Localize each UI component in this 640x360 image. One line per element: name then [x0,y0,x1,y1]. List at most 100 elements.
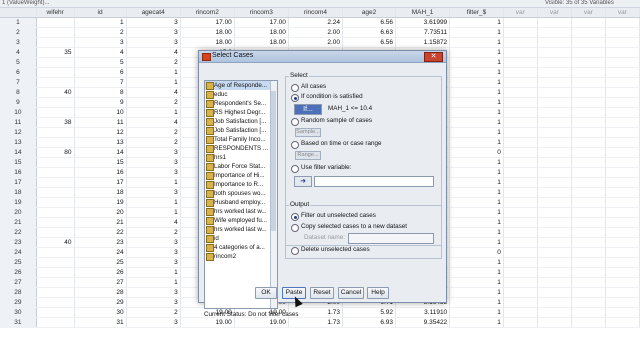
table-cell[interactable] [503,197,538,208]
table-cell[interactable]: 12 [74,127,127,138]
table-cell[interactable]: 4 [126,217,181,228]
row-number[interactable]: 7 [0,77,37,88]
row-number[interactable]: 14 [0,147,37,158]
table-cell[interactable] [605,187,640,198]
row-number[interactable]: 10 [0,107,37,118]
row-number[interactable]: 3 [0,37,37,48]
column-header[interactable]: id [74,8,127,18]
variable-list-item[interactable]: Husband employ... [205,198,277,207]
table-cell[interactable] [36,17,75,28]
table-cell[interactable]: 19.00 [180,317,235,328]
table-cell[interactable]: 17.00 [234,17,289,28]
table-cell[interactable]: 2 [126,127,181,138]
table-cell[interactable] [36,227,75,238]
table-cell[interactable] [503,277,538,288]
table-cell[interactable] [571,267,606,278]
table-cell[interactable]: 25 [74,257,127,268]
table-cell[interactable]: 1 [449,167,504,178]
table-cell[interactable]: 4 [74,47,127,58]
table-cell[interactable]: 2 [126,227,181,238]
table-cell[interactable] [571,157,606,168]
table-cell[interactable] [605,107,640,118]
table-cell[interactable] [571,77,606,88]
table-cell[interactable] [503,317,538,328]
move-arrow-button[interactable]: ➜ [294,176,312,187]
table-cell[interactable] [605,297,640,308]
table-cell[interactable]: 3 [126,167,181,178]
variable-list-item[interactable]: RESPONDENTS ... [205,144,277,153]
table-cell[interactable] [537,107,572,118]
table-cell[interactable] [503,297,538,308]
table-cell[interactable]: 1 [126,207,181,218]
variable-list-item[interactable]: Job Satisfaction [... [205,117,277,126]
row-number[interactable]: 6 [0,67,37,78]
table-cell[interactable]: 2 [126,97,181,108]
table-cell[interactable] [571,277,606,288]
variable-list-item[interactable]: Importance of Hi... [205,171,277,180]
table-cell[interactable] [36,257,75,268]
table-cell[interactable]: 14 [74,147,127,158]
row-number[interactable]: 26 [0,267,37,278]
table-cell[interactable]: 1 [449,177,504,188]
table-cell[interactable] [537,247,572,258]
variable-list-item[interactable]: 4 categories of a... [205,243,277,252]
table-cell[interactable] [605,57,640,68]
table-cell[interactable] [537,97,572,108]
table-cell[interactable] [36,157,75,168]
table-cell[interactable] [571,47,606,58]
select-cases-dialog[interactable]: Select Cases ✕ Age of Responde... educ Res… [198,50,447,318]
table-cell[interactable] [571,187,606,198]
table-cell[interactable]: 2 [74,27,127,38]
table-cell[interactable]: 1 [449,227,504,238]
radio-filter-out[interactable] [291,213,299,221]
radio-random-sample[interactable] [291,118,299,126]
table-cell[interactable] [503,67,538,78]
row-number[interactable]: 28 [0,287,37,298]
table-cell[interactable] [605,27,640,38]
table-cell[interactable] [36,107,75,118]
table-cell[interactable]: 35 [36,47,75,58]
variable-list-item[interactable]: Wife employed fu... [205,216,277,225]
table-cell[interactable] [36,127,75,138]
table-cell[interactable] [571,37,606,48]
table-cell[interactable]: 40 [36,87,75,98]
table-cell[interactable]: 1 [449,207,504,218]
table-cell[interactable]: 1 [449,57,504,68]
table-cell[interactable] [537,317,572,328]
table-cell[interactable]: 1 [449,197,504,208]
table-cell[interactable] [503,127,538,138]
table-cell[interactable] [503,227,538,238]
table-cell[interactable] [36,207,75,218]
table-cell[interactable] [537,277,572,288]
table-cell[interactable] [537,217,572,228]
table-cell[interactable] [36,27,75,38]
table-cell[interactable] [571,107,606,118]
table-cell[interactable] [571,27,606,38]
row-number[interactable]: 20 [0,207,37,218]
table-cell[interactable]: 3 [126,37,181,48]
table-cell[interactable] [537,147,572,158]
table-cell[interactable]: 1 [449,17,504,28]
variable-list-item[interactable]: rincom2 [205,252,277,261]
table-cell[interactable] [503,217,538,228]
table-cell[interactable]: 1 [449,87,504,98]
table-cell[interactable]: 4 [126,47,181,58]
table-cell[interactable] [605,17,640,28]
variable-list[interactable]: Age of Responde... educ Respondent's Se...… [204,80,278,309]
dataset-name-field[interactable] [348,233,434,244]
table-cell[interactable] [571,167,606,178]
row-number-header[interactable] [0,8,37,18]
table-cell[interactable]: 38 [36,117,75,128]
table-cell[interactable] [503,267,538,278]
table-cell[interactable]: 3 [74,37,127,48]
table-cell[interactable] [571,87,606,98]
table-cell[interactable] [537,237,572,248]
table-cell[interactable]: 1 [74,17,127,28]
row-number[interactable]: 15 [0,157,37,168]
table-cell[interactable] [605,217,640,228]
table-cell[interactable]: 1 [449,37,504,48]
variable-list-item[interactable]: hrs1 [205,153,277,162]
table-cell[interactable]: 1 [449,267,504,278]
table-cell[interactable]: 6.63 [342,27,397,38]
table-cell[interactable] [503,247,538,258]
